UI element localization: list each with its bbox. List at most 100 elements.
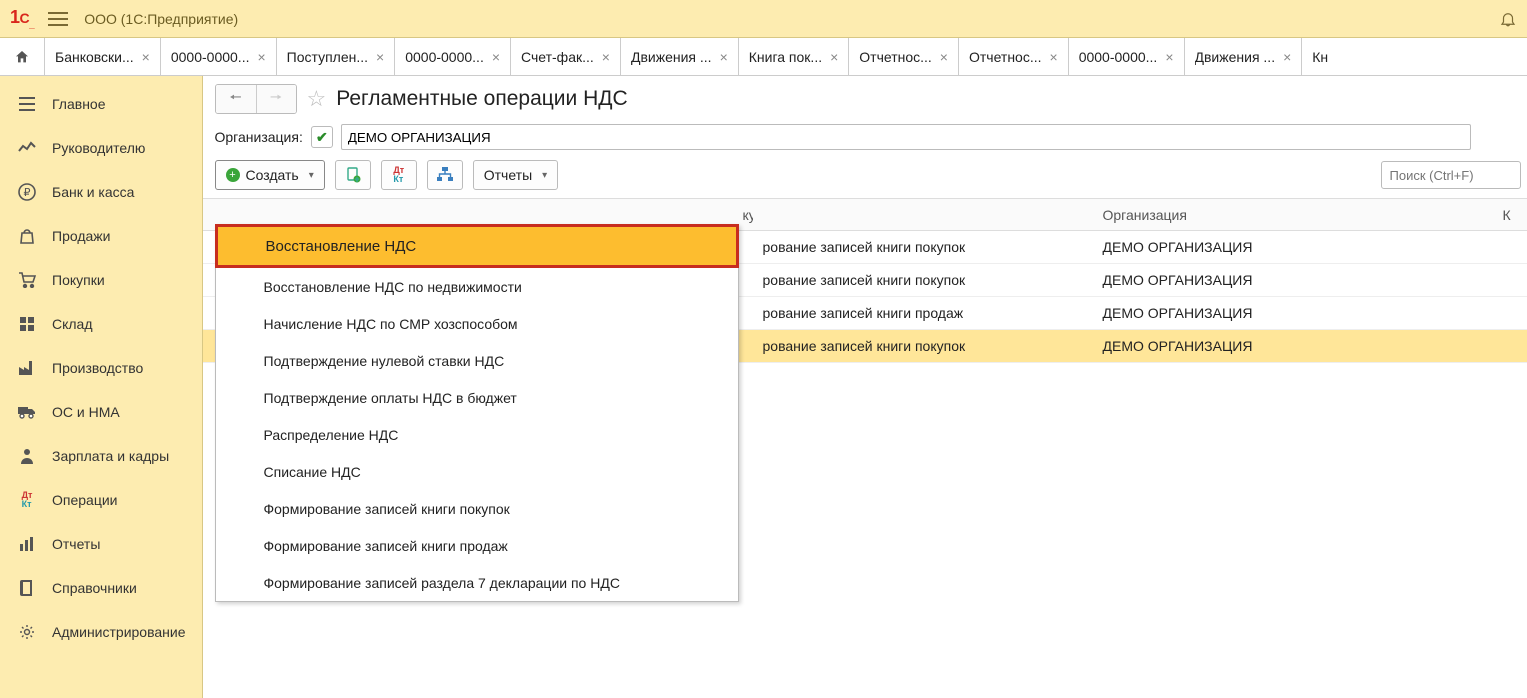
sidebar-item-label: Главное — [52, 96, 106, 112]
sidebar-item-label: Справочники — [52, 580, 137, 596]
back-button[interactable]: 🠔 — [216, 85, 256, 113]
close-icon[interactable]: × — [142, 49, 150, 65]
sidebar-item-refs[interactable]: Справочники — [0, 566, 202, 610]
chart-line-icon — [16, 141, 38, 155]
window-title: ООО (1С:Предприятие) — [84, 11, 238, 27]
menu-item-label: Начисление НДС по СМР хозспособом — [264, 316, 518, 332]
bell-icon[interactable] — [1499, 10, 1517, 28]
dtkt-button[interactable]: ДтКт — [381, 160, 417, 190]
copy-button[interactable]: + — [335, 160, 371, 190]
menu-item[interactable]: Списание НДС — [216, 453, 738, 490]
sidebar-item-sales[interactable]: Продажи — [0, 214, 202, 258]
col-k[interactable]: К — [1493, 207, 1527, 223]
close-icon[interactable]: × — [492, 49, 500, 65]
sidebar-item-label: Покупки — [52, 272, 105, 288]
caret-down-icon: ▾ — [309, 170, 314, 181]
forward-button[interactable]: 🠖 — [256, 85, 296, 113]
sidebar-item-label: Операции — [52, 492, 118, 508]
sidebar-item-label: Склад — [52, 316, 93, 332]
menu-item[interactable]: Подтверждение оплаты НДС в бюджет — [216, 379, 738, 416]
menu-item-highlight[interactable]: Восстановление НДС — [215, 224, 739, 268]
tab[interactable]: Кн — [1302, 38, 1527, 75]
col-date[interactable]: кумента — [203, 207, 753, 223]
tab[interactable]: Банковски...× — [45, 38, 161, 75]
close-icon[interactable]: × — [1283, 49, 1291, 65]
tab-bar: Банковски...× 0000-0000...× Поступлен...… — [0, 38, 1527, 76]
close-icon[interactable]: × — [720, 49, 728, 65]
close-icon[interactable]: × — [1165, 49, 1173, 65]
bars-icon — [16, 537, 38, 551]
org-label: Организация: — [215, 129, 303, 145]
sidebar-item-bank[interactable]: ₽Банк и касса — [0, 170, 202, 214]
star-icon[interactable]: ☆ — [307, 86, 327, 112]
close-icon[interactable]: × — [257, 49, 265, 65]
tab[interactable]: Движения ...× — [1185, 38, 1303, 75]
tab[interactable]: 0000-0000...× — [395, 38, 511, 75]
sidebar-item-label: Зарплата и кадры — [52, 448, 169, 464]
book-icon — [16, 580, 38, 596]
create-button[interactable]: + Создать ▾ — [215, 160, 325, 190]
tab-home[interactable] — [0, 38, 45, 75]
create-menu: Восстановление НДС Восстановление НДС по… — [215, 224, 739, 602]
reports-button[interactable]: Отчеты ▾ — [473, 160, 558, 190]
close-icon[interactable]: × — [940, 49, 948, 65]
cart-icon — [16, 272, 38, 288]
tab[interactable]: Книга пок...× — [739, 38, 850, 75]
tab[interactable]: 0000-0000...× — [161, 38, 277, 75]
close-icon[interactable]: × — [376, 49, 384, 65]
structure-button[interactable] — [427, 160, 463, 190]
menu-item-label: Формирование записей раздела 7 деклараци… — [264, 575, 620, 591]
ruble-icon: ₽ — [16, 183, 38, 201]
sidebar-item-reports[interactable]: Отчеты — [0, 522, 202, 566]
grid-icon — [16, 317, 38, 331]
nav-buttons: 🠔 🠖 — [215, 84, 297, 114]
menu-item-label: Распределение НДС — [264, 427, 399, 443]
sidebar-item-label: Продажи — [52, 228, 110, 244]
menu-item[interactable]: Восстановление НДС по недвижимости — [216, 268, 738, 305]
sidebar-item-manager[interactable]: Руководителю — [0, 126, 202, 170]
create-label: Создать — [246, 167, 299, 183]
tab[interactable]: Счет-фак...× — [511, 38, 621, 75]
menu-item[interactable]: Формирование записей книги покупок — [216, 490, 738, 527]
tab[interactable]: 0000-0000...× — [1069, 38, 1185, 75]
plus-icon: + — [226, 168, 240, 182]
truck-icon — [16, 405, 38, 419]
tab[interactable]: Отчетнос...× — [849, 38, 959, 75]
reports-label: Отчеты — [484, 167, 532, 183]
menu-icon[interactable] — [48, 12, 68, 26]
menu-item[interactable]: Формирование записей книги продаж — [216, 527, 738, 564]
tab[interactable]: Движения ...× — [621, 38, 739, 75]
sidebar-item-hr[interactable]: Зарплата и кадры — [0, 434, 202, 478]
bag-icon — [16, 228, 38, 244]
sidebar-item-assets[interactable]: ОС и НМА — [0, 390, 202, 434]
menu-icon — [16, 97, 38, 111]
sidebar: Главное Руководителю ₽Банк и касса Прода… — [0, 76, 203, 698]
logo-1c: 1С_ — [10, 7, 34, 31]
org-input[interactable] — [341, 124, 1471, 150]
menu-item[interactable]: Формирование записей раздела 7 деклараци… — [216, 564, 738, 601]
sidebar-item-main[interactable]: Главное — [0, 82, 202, 126]
menu-item[interactable]: Начисление НДС по СМР хозспособом — [216, 305, 738, 342]
tab[interactable]: Поступлен...× — [277, 38, 396, 75]
close-icon[interactable]: × — [602, 49, 610, 65]
main-panel: 🠔 🠖 ☆ Регламентные операции НДС Организа… — [203, 76, 1527, 698]
sidebar-item-purchases[interactable]: Покупки — [0, 258, 202, 302]
sidebar-item-stock[interactable]: Склад — [0, 302, 202, 346]
tab[interactable]: Отчетнос...× — [959, 38, 1069, 75]
svg-text:+: + — [355, 178, 359, 184]
gear-icon — [16, 624, 38, 640]
person-icon — [16, 448, 38, 464]
caret-down-icon: ▾ — [542, 170, 547, 181]
sidebar-item-operations[interactable]: ДтКтОперации — [0, 478, 202, 522]
close-icon[interactable]: × — [830, 49, 838, 65]
factory-icon — [16, 361, 38, 375]
col-org[interactable]: Организация — [1093, 207, 1493, 223]
org-checkbox[interactable]: ✔ — [311, 126, 333, 148]
menu-item[interactable]: Подтверждение нулевой ставки НДС — [216, 342, 738, 379]
sidebar-item-production[interactable]: Производство — [0, 346, 202, 390]
sidebar-item-label: Отчеты — [52, 536, 100, 552]
sidebar-item-admin[interactable]: Администрирование — [0, 610, 202, 654]
close-icon[interactable]: × — [1050, 49, 1058, 65]
search-input[interactable] — [1381, 161, 1521, 189]
menu-item[interactable]: Распределение НДС — [216, 416, 738, 453]
